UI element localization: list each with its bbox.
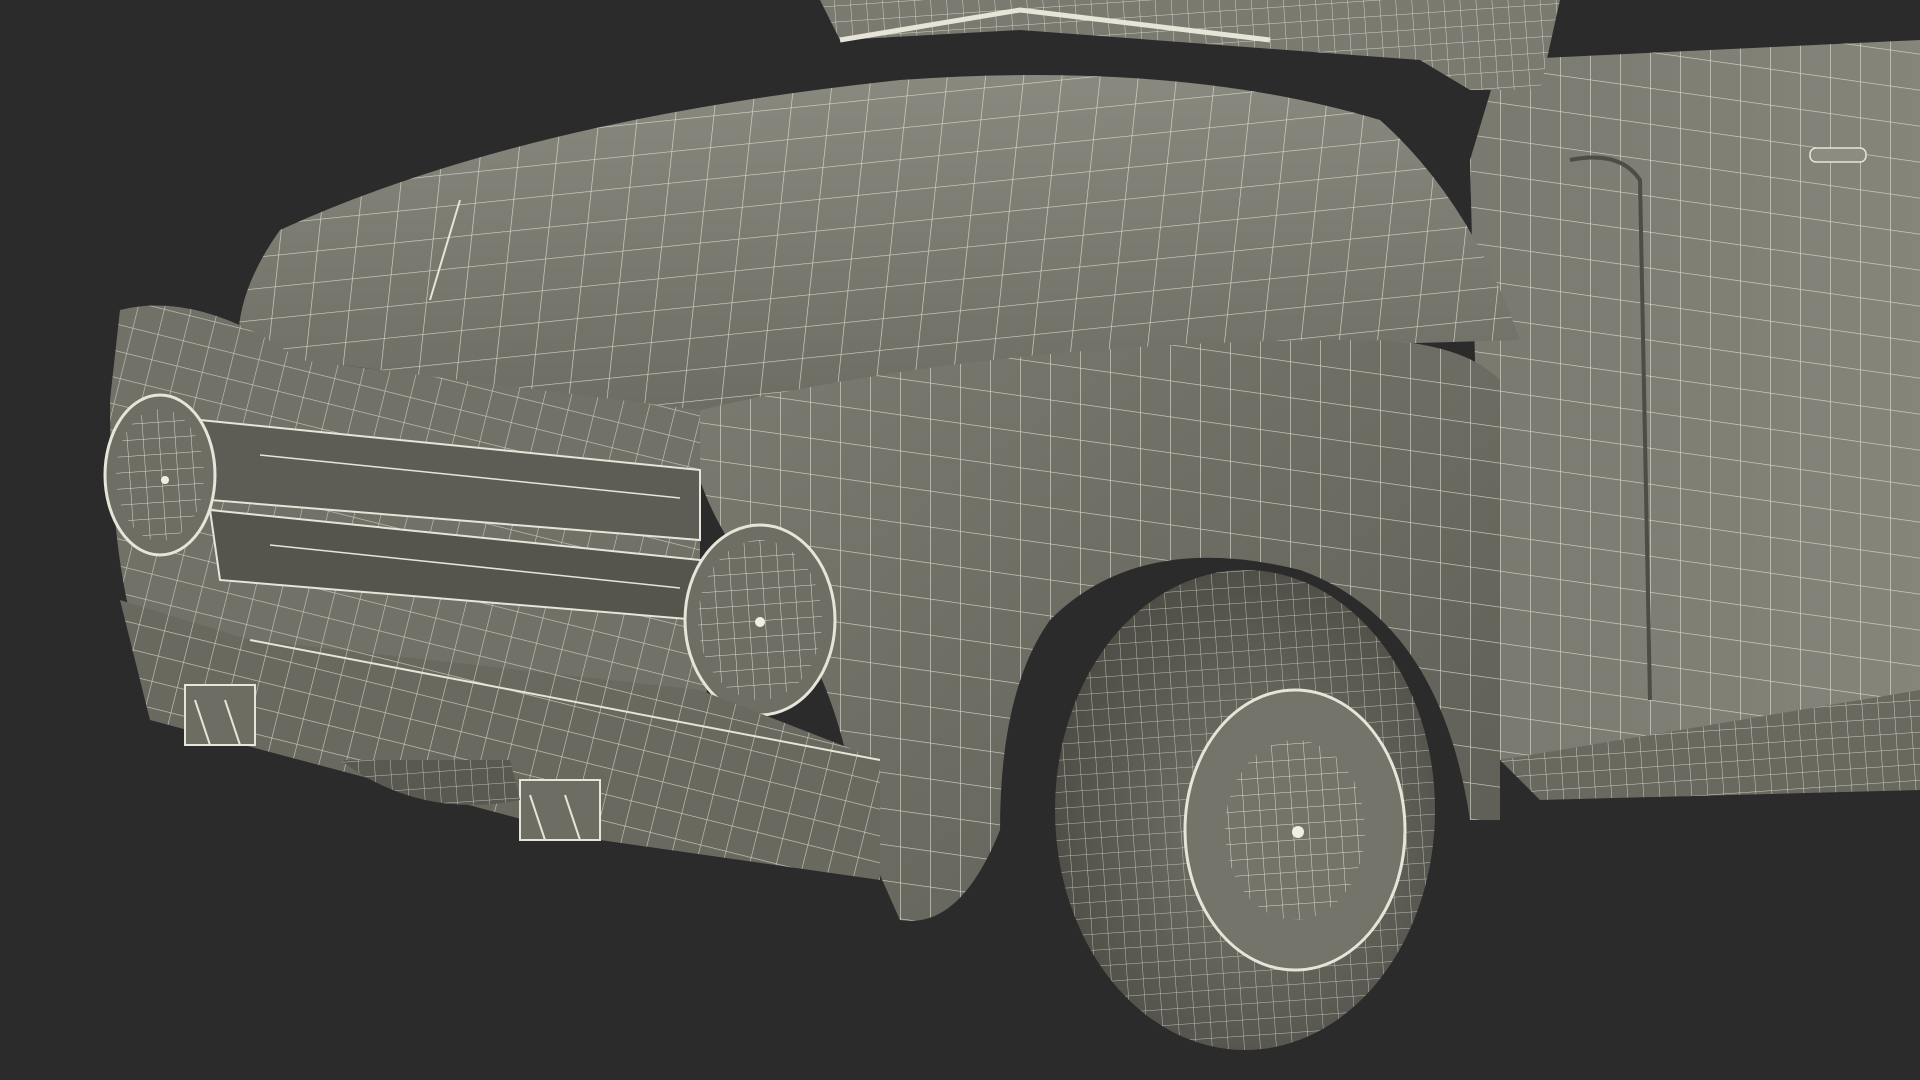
tow-hook-right: [519, 779, 601, 841]
front-tire: [1055, 570, 1435, 1050]
cab: [1470, 40, 1920, 760]
rear-left-tire: [340, 760, 520, 805]
tow-hook-left: [184, 684, 256, 746]
right-headlight: [683, 523, 837, 717]
door-handle: [1809, 147, 1867, 163]
truck-render: [103, 0, 1920, 1050]
left-headlight: [103, 393, 217, 557]
windshield: [820, 0, 1560, 90]
render-viewport: [0, 0, 1920, 1080]
